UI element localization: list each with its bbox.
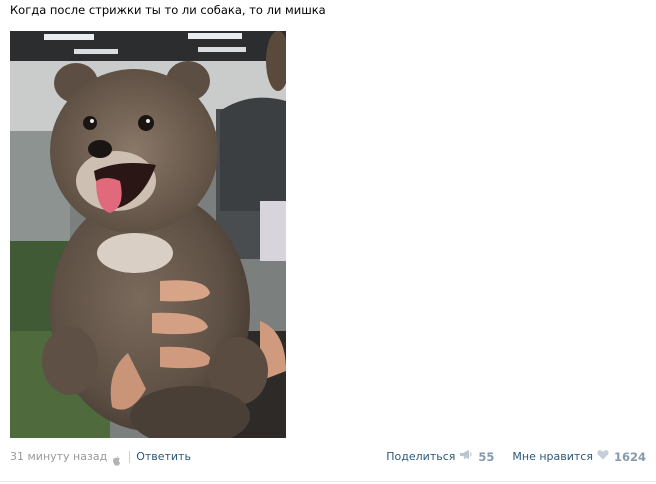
megaphone-icon [459, 446, 473, 468]
dog-photo-image [10, 31, 286, 438]
post-meta: 31 минуту назад Ответить [10, 446, 191, 468]
heart-icon [597, 446, 609, 468]
like-label: Мне нравится [512, 450, 593, 463]
like-button[interactable]: Мне нравится 1624 [512, 446, 646, 468]
reply-link[interactable]: Ответить [136, 446, 191, 468]
share-count: 55 [478, 450, 495, 464]
post-divider [0, 481, 656, 482]
post-photo[interactable] [10, 31, 286, 438]
post-text: Когда после стрижки ты то ли собака, то … [10, 3, 326, 17]
meta-separator [129, 451, 131, 463]
post-actions: Поделиться 55 Мне нравится 1624 [386, 446, 646, 468]
wall-post: Когда после стрижки ты то ли собака, то … [0, 0, 656, 484]
share-label: Поделиться [386, 450, 456, 463]
post-time-link[interactable]: 31 минуту назад [10, 446, 107, 468]
like-count: 1624 [613, 450, 646, 464]
post-footer: 31 минуту назад Ответить Поделиться 55 М… [0, 446, 656, 468]
share-button[interactable]: Поделиться 55 [386, 446, 494, 468]
apple-icon [112, 452, 121, 466]
